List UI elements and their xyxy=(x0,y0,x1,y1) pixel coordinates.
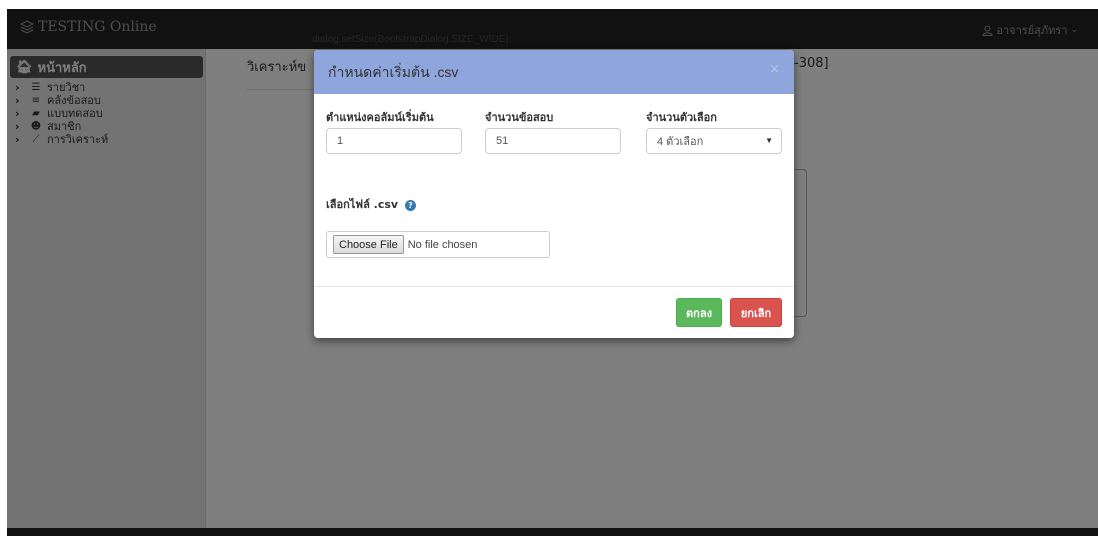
file-label-row: เลือกไฟล์ .csv ? xyxy=(326,195,416,213)
question-count-input[interactable]: 51 xyxy=(485,128,621,154)
dialog-title: กำหนดค่าเริ่มต้น .csv xyxy=(328,64,459,80)
close-icon[interactable]: × xyxy=(769,62,780,77)
dialog-header: กำหนดค่าเริ่มต้น .csv × xyxy=(314,50,794,94)
cancel-button[interactable]: ยกเลิก xyxy=(730,298,782,327)
choice-count-select[interactable]: 4 ตัวเลือก ▼ xyxy=(646,128,782,154)
choice-count-value: 4 ตัวเลือก xyxy=(657,136,704,148)
choice-count-label: จำนวนตัวเลือก xyxy=(646,111,717,124)
dropdown-arrow-icon: ▼ xyxy=(765,136,773,145)
start-column-input[interactable]: 1 xyxy=(326,128,462,154)
help-icon[interactable]: ? xyxy=(404,199,416,211)
choose-file-button[interactable]: Choose File xyxy=(333,235,404,254)
start-column-label: ตำแหน่งคอลัมน์เริ่มต้น xyxy=(326,111,434,124)
csv-settings-dialog: กำหนดค่าเริ่มต้น .csv × ตำแหน่งคอลัมน์เร… xyxy=(314,50,794,338)
ok-button[interactable]: ตกลง xyxy=(676,298,722,327)
dialog-footer-divider xyxy=(314,286,794,287)
csv-file-input[interactable]: Choose File No file chosen xyxy=(326,231,550,258)
file-label: เลือกไฟล์ .csv xyxy=(326,198,399,211)
question-count-label: จำนวนข้อสอบ xyxy=(485,111,554,124)
file-status-text: No file chosen xyxy=(407,238,478,251)
